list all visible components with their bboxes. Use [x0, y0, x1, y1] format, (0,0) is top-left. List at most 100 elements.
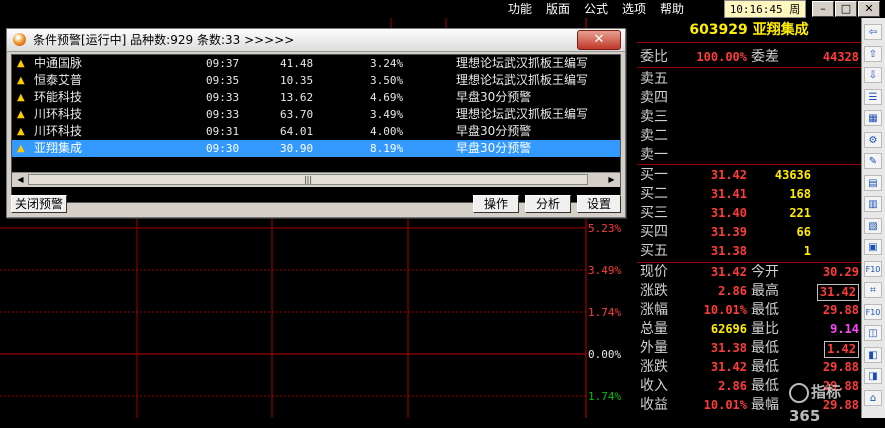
toolbar-icon[interactable]: ⌗ [864, 282, 882, 298]
stat-value: 31.38 [710, 341, 747, 355]
scroll-right-icon[interactable]: ▶ [605, 174, 618, 186]
stat-label: 收入 [640, 378, 668, 394]
alert-price: 41.48 [280, 57, 314, 70]
toolbar-icon[interactable]: ▦ [864, 110, 882, 126]
alert-price: 30.90 [280, 142, 314, 155]
alert-row[interactable]: ▲ 恒泰艾普 09:35 10.35 3.50% 理想论坛武汉抓板王编写 [12, 72, 620, 89]
sell-label: 卖五 [640, 71, 668, 87]
alert-change: 8.19% [370, 142, 404, 155]
alert-price: 64.01 [280, 125, 314, 138]
stat-row: 现价 31.42 今开 30.29 [637, 263, 861, 282]
stat-label: 最幅 [751, 397, 779, 413]
buy-volume: 221 [789, 206, 811, 220]
minimize-button[interactable]: – [812, 1, 834, 17]
alert-row[interactable]: ▲ 环能科技 09:33 13.62 4.69% 早盘30分预警 [12, 89, 620, 106]
scroll-thumb[interactable]: ||| [28, 174, 588, 185]
alert-row[interactable]: ▲ 亚翔集成 09:30 30.90 8.19% 早盘30分预警 [12, 140, 620, 157]
stat-label: 涨跌 [640, 359, 668, 375]
alert-time: 09:33 [206, 108, 240, 121]
up-arrow-icon: ▲ [17, 75, 25, 86]
toolbar-icon[interactable]: ▤ [864, 174, 882, 191]
up-arrow-icon: ▲ [17, 92, 25, 103]
stat-label: 最高 [751, 283, 779, 299]
quote-panel: 603929 亚翔集成 委比 100.00% 委差 44328 卖五 卖四 卖三 卖二… [637, 18, 861, 425]
maximize-button[interactable]: □ [835, 1, 857, 17]
close-alert-button[interactable]: 关闭预警 [11, 195, 67, 213]
pct-label: 0.00% [588, 348, 622, 361]
alert-change: 3.50% [370, 74, 404, 87]
buy-level: 买二 31.41 168 [637, 185, 861, 204]
sell-level: 卖三 [637, 108, 861, 127]
alert-price: 10.35 [280, 74, 314, 87]
sell-level: 卖五 [637, 70, 861, 89]
buy-price: 31.41 [710, 187, 747, 201]
buy-price: 31.40 [710, 206, 747, 220]
scroll-left-icon[interactable]: ◀ [14, 174, 27, 186]
alert-reason: 早盘30分预警 [456, 124, 532, 138]
stat-label: 收益 [640, 397, 668, 413]
alert-time: 09:31 [206, 125, 240, 138]
alert-row[interactable]: ▲ 中通国脉 09:37 41.48 3.24% 理想论坛武汉抓板王编写 [12, 55, 620, 72]
right-toolbar: ⇦ ⇧ ⇩ ☰ ▦ ⚙ ✎ ▤ ▥ ▧ ▣ F10 ⌗ F10 ◫ ◧ ◨ ⌂ [861, 18, 885, 418]
stat-label: 最低 [751, 359, 779, 375]
toolbar-icon[interactable]: ⇧ [864, 45, 882, 62]
dialog-title: 条件预警[运行中] 品种数:929 条数:33 >>>>> [33, 33, 295, 47]
sell-label: 卖二 [640, 128, 668, 144]
commission-diff-value: 44328 [822, 50, 859, 64]
alert-reason: 早盘30分预警 [456, 141, 532, 155]
toolbar-icon[interactable]: ⌂ [864, 389, 882, 406]
toolbar-icon[interactable]: F10 [864, 303, 882, 320]
toolbar-icon[interactable]: ☰ [864, 88, 882, 105]
alert-list[interactable]: ▲ 中通国脉 09:37 41.48 3.24% 理想论坛武汉抓板王编写 ▲ 恒泰艾普 09:3… [11, 54, 621, 203]
settings-button[interactable]: 设置 [577, 195, 621, 213]
menu-function[interactable]: 功能 [504, 0, 536, 18]
alert-reason: 早盘30分预警 [456, 90, 532, 104]
stat-label: 总量 [640, 321, 668, 337]
buy-volume: 43636 [774, 168, 811, 182]
sell-level: 卖一 [637, 146, 861, 165]
alert-time: 09:33 [206, 91, 240, 104]
buy-label: 买二 [640, 186, 668, 202]
stat-label: 量比 [751, 321, 779, 337]
menu-formula[interactable]: 公式 [580, 0, 612, 18]
buy-price: 31.39 [710, 225, 747, 239]
dialog-close-button[interactable]: ✕ [577, 30, 621, 50]
toolbar-icon[interactable]: ◧ [864, 346, 882, 363]
sell-level: 卖二 [637, 127, 861, 146]
menu-help[interactable]: 帮助 [656, 0, 688, 18]
horizontal-scrollbar[interactable]: ◀ ||| ▶ [12, 172, 620, 187]
alert-time: 09:37 [206, 57, 240, 70]
toolbar-icon[interactable]: ▧ [864, 217, 882, 234]
divider [637, 67, 861, 68]
alert-row[interactable]: ▲ 川环科技 09:31 64.01 4.00% 早盘30分预警 [12, 123, 620, 140]
toolbar-icon[interactable]: ✎ [864, 153, 882, 169]
toolbar-icon[interactable]: ⚙ [864, 131, 882, 148]
close-window-button[interactable]: ✕ [858, 1, 880, 17]
analyze-button[interactable]: 分析 [525, 195, 571, 213]
buy-level: 买五 31.38 1 [637, 242, 861, 261]
alert-row[interactable]: ▲ 川环科技 09:33 63.70 3.49% 理想论坛武汉抓板王编写 [12, 106, 620, 123]
toolbar-icon[interactable]: ⇦ [864, 24, 882, 40]
toolbar-icon[interactable]: ▥ [864, 196, 882, 212]
menu-options[interactable]: 选项 [618, 0, 650, 18]
dialog-titlebar[interactable]: 条件预警[运行中] 品种数:929 条数:33 >>>>> ✕ [7, 29, 625, 52]
commission-ratio-value: 100.00% [696, 50, 747, 64]
toolbar-icon[interactable]: ▣ [864, 239, 882, 255]
sell-label: 卖三 [640, 109, 668, 125]
toolbar-icon[interactable]: ⇩ [864, 67, 882, 83]
pct-label: 5.23% [588, 222, 622, 235]
toolbar-icon[interactable]: F10 [864, 260, 882, 277]
divider [637, 164, 861, 165]
pct-label: 1.74% [588, 306, 622, 319]
stock-name: 川环科技 [34, 107, 83, 121]
menu-layout[interactable]: 版面 [542, 0, 574, 18]
stat-value: 30.29 [822, 265, 859, 279]
stat-label: 最低 [751, 340, 779, 356]
stat-label: 最低 [751, 378, 779, 394]
toolbar-icon[interactable]: ◨ [864, 368, 882, 384]
operate-button[interactable]: 操作 [473, 195, 519, 213]
alert-price: 13.62 [280, 91, 314, 104]
stat-label: 涨跌 [640, 283, 668, 299]
stat-row: 外量 31.38 最低 1.42 [637, 339, 861, 358]
toolbar-icon[interactable]: ◫ [864, 325, 882, 341]
